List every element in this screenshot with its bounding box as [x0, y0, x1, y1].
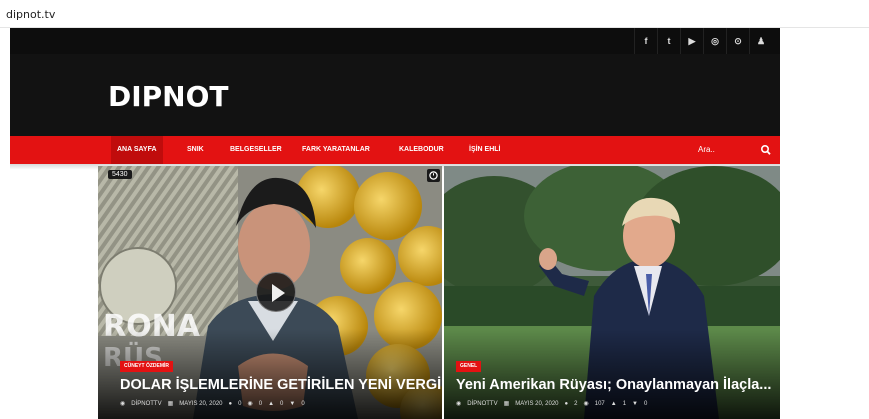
post-2-comments: 2 [574, 400, 578, 407]
post-1-meta: ◉ DİPNOTTV ▦ MAYIS 20, 2020 ● 0 ◉ 0 ▲ 0 ▼ 0 [120, 400, 305, 408]
settings-icon[interactable]: ⊙ [726, 28, 749, 54]
facebook-icon[interactable]: f [634, 28, 657, 54]
nav-item-belgeseller[interactable]: BELGESELLER [224, 136, 288, 164]
author-icon: ◉ [120, 401, 126, 407]
calendar-icon: ▦ [167, 401, 174, 407]
post-1-views-badge: 5430 [108, 170, 132, 179]
post-2-title[interactable]: Yeni Amerikan Rüyası; Onaylanmayan İlaçl… [456, 377, 771, 393]
post-1-author[interactable]: DİPNOTTV [131, 401, 161, 407]
nav-item-fark-yaratanlar[interactable]: FARK YARATANLAR [296, 136, 376, 164]
post-2-dislikes: 0 [644, 400, 648, 407]
post-2-likes: 1 [622, 400, 627, 407]
post-1-likes: 0 [280, 400, 284, 407]
eye-icon: ◉ [247, 401, 253, 407]
featured-post-1[interactable]: RONA RÜS 5430 CÜNEYT ÖZDEMİR DOLAR İŞLEM… [98, 166, 442, 419]
dislike-icon: ▼ [632, 400, 638, 407]
post-2-date: MAYIS 20, 2020 [515, 400, 559, 407]
post-1-date: MAYIS 20, 2020 [179, 400, 223, 407]
url-text: dipnot.tv [6, 8, 56, 21]
search-input[interactable]: Ara.. [698, 136, 715, 164]
address-bar[interactable]: dipnot.tv [0, 0, 869, 28]
post-1-comments: 0 [238, 400, 242, 407]
post-2-meta: ◉ DİPNOTTV ▦ MAYIS 20, 2020 ● 2 ◉ 107 ▲ 1 ▼ 0 [456, 400, 648, 408]
nav-item-snik[interactable]: SNIK [181, 136, 210, 164]
post-1-views: 0 [258, 400, 263, 407]
site-header: DIPNOT [10, 54, 780, 136]
search-icon[interactable] [760, 143, 772, 157]
nav-item-ana-sayfa[interactable]: ANA SAYFA [111, 136, 163, 164]
dislike-icon: ▼ [289, 400, 296, 407]
instagram-icon[interactable]: ◎ [703, 28, 726, 54]
nav-item-kalebodur[interactable]: KALEBODUR [393, 136, 450, 164]
play-icon[interactable] [256, 272, 296, 312]
post-1-category[interactable]: CÜNEYT ÖZDEMİR [120, 361, 173, 372]
site-logo[interactable]: DIPNOT [108, 80, 229, 113]
like-icon: ▲ [268, 400, 275, 407]
clock-icon[interactable] [427, 169, 440, 182]
nav-item-isin-ehli[interactable]: İŞİN EHLİ [463, 136, 507, 164]
author-icon: ◉ [456, 401, 462, 407]
post-2-views: 107 [594, 400, 605, 407]
social-topbar: f t ▶ ◎ ⊙ ♟ [10, 28, 780, 54]
post-1-dislikes: 0 [301, 400, 305, 407]
post-1-title[interactable]: DOLAR İŞLEMLERİNE GETİRİLEN YENİ VERGİNİ… [120, 377, 442, 393]
comment-icon: ● [564, 400, 569, 407]
featured-post-2[interactable]: GENEL Yeni Amerikan Rüyası; Onaylanmayan… [444, 166, 780, 419]
user-icon[interactable]: ♟ [749, 28, 772, 54]
post-2-category[interactable]: GENEL [456, 361, 482, 372]
main-nav: ANA SAYFA SNIK BELGESELLER FARK YARATANL… [10, 136, 780, 164]
eye-icon: ◉ [583, 401, 589, 407]
comment-icon: ● [228, 400, 233, 407]
twitter-icon[interactable]: t [657, 28, 680, 54]
calendar-icon: ▦ [503, 401, 510, 407]
youtube-icon[interactable]: ▶ [680, 28, 703, 54]
like-icon: ▲ [610, 400, 617, 407]
post-2-author[interactable]: DİPNOTTV [467, 401, 497, 407]
